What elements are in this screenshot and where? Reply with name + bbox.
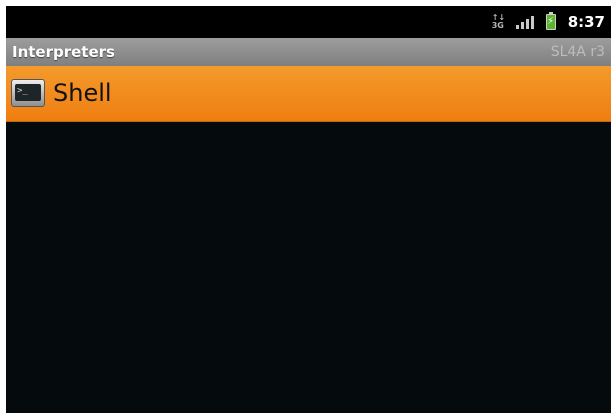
clock: 8:37 xyxy=(567,13,605,31)
status-icons: ↑↓ 3G ⚡ 8:37 xyxy=(492,6,611,38)
app-version: SL4A r3 xyxy=(550,44,605,60)
terminal-icon: >_ xyxy=(11,79,45,107)
interpreter-item-shell[interactable]: >_ Shell xyxy=(6,66,611,122)
page-title: Interpreters xyxy=(12,43,115,61)
status-bar: ↑↓ 3G ⚡ 8:37 xyxy=(6,6,611,38)
title-bar: Interpreters SL4A r3 xyxy=(6,38,611,66)
interpreter-label: Shell xyxy=(53,79,112,107)
3g-icon: ↑↓ 3G xyxy=(491,13,506,30)
device-screen: ↑↓ 3G ⚡ 8:37 Interpreters SL4A r3 >_ She… xyxy=(6,6,611,413)
signal-icon xyxy=(515,15,534,29)
battery-charging-icon: ⚡ xyxy=(545,12,556,30)
